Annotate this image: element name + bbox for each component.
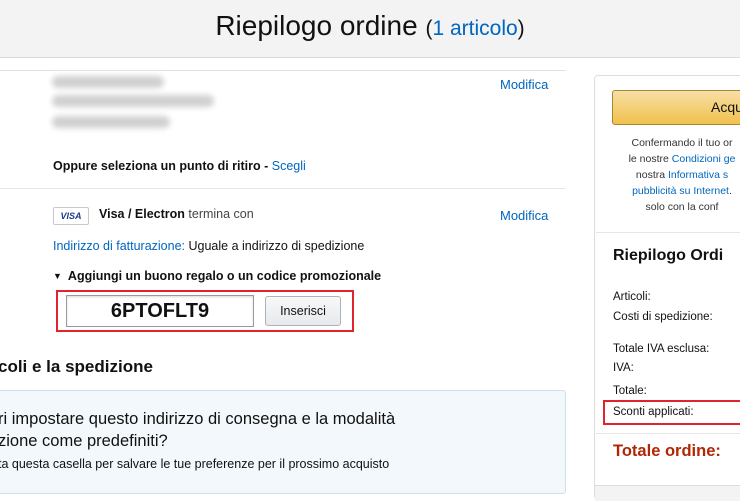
ads-link[interactable]: pubblicità su Internet bbox=[632, 185, 729, 197]
card-suffix: termina con bbox=[188, 207, 254, 221]
order-summary-title: Riepilogo Ordi bbox=[613, 247, 724, 264]
billing-address-value: Uguale a indirizzo di spedizione bbox=[188, 239, 365, 253]
payment-card-line: Visa / Electron termina con bbox=[99, 207, 254, 221]
caret-down-icon: ▼ bbox=[53, 271, 62, 281]
billing-address-link[interactable]: Indirizzo di fatturazione: bbox=[53, 239, 185, 253]
pickup-point-row: Oppure seleziona un punto di ritiro - Sc… bbox=[53, 159, 306, 173]
sidebar-bottom-strip bbox=[595, 485, 740, 501]
legal-notice: Confermando il tuo or le nostre Condizio… bbox=[612, 135, 740, 215]
legal-line-2-text: le nostre bbox=[628, 153, 672, 165]
pref-question-line-1: ri impostare questo indirizzo di consegn… bbox=[0, 410, 396, 428]
legal-line-3-text: nostra bbox=[635, 169, 668, 181]
section-divider bbox=[0, 188, 566, 189]
privacy-link[interactable]: Informativa s bbox=[668, 169, 728, 181]
pref-question-line-2: zione come predefiniti? bbox=[0, 432, 168, 450]
item-count-link[interactable]: 1 articolo bbox=[432, 17, 517, 40]
page-title: Riepilogo ordine (1 articolo) bbox=[0, 10, 740, 42]
shipping-address-line-3 bbox=[52, 116, 170, 128]
page-title-text: Riepilogo ordine bbox=[215, 10, 418, 41]
item-count-close: ) bbox=[517, 17, 525, 40]
legal-line-1: Confermando il tuo or bbox=[631, 137, 733, 149]
shipping-address-line-1 bbox=[52, 76, 164, 88]
items-shipping-section-title: coli e la spedizione bbox=[0, 357, 153, 376]
edit-shipping-address-link[interactable]: Modifica bbox=[500, 77, 548, 92]
summary-row-vat: IVA: bbox=[613, 362, 634, 374]
card-name: Visa / Electron bbox=[99, 207, 185, 221]
edit-payment-link[interactable]: Modifica bbox=[500, 208, 548, 223]
save-preferences-note: ta questa casella per salvare le tue pre… bbox=[0, 457, 390, 471]
apply-promo-button[interactable]: Inserisci bbox=[265, 296, 341, 326]
summary-row-discounts: Sconti applicati: bbox=[613, 406, 694, 418]
save-preferences-question: ri impostare questo indirizzo di consegn… bbox=[0, 408, 558, 452]
visa-card-icon: VISA bbox=[53, 207, 89, 225]
legal-line-2: le nostre Condizioni ge bbox=[612, 151, 740, 167]
legal-line-5: solo con la conf bbox=[645, 201, 719, 213]
terms-link[interactable]: Condizioni ge bbox=[672, 153, 736, 165]
sidebar-divider bbox=[596, 232, 740, 233]
legal-line-4: pubblicità su Internet. bbox=[612, 183, 740, 199]
gift-promo-toggle[interactable]: ▼ Aggiungi un buono regalo o un codice pr… bbox=[53, 269, 381, 283]
summary-row-total: Totale: bbox=[613, 385, 647, 397]
choose-pickup-link[interactable]: Scegli bbox=[272, 159, 306, 173]
place-order-button[interactable]: Acqu bbox=[612, 90, 740, 125]
summary-total-divider bbox=[596, 433, 740, 434]
legal-line-3: nostra Informativa s bbox=[612, 167, 740, 183]
order-total-label: Totale ordine: bbox=[613, 442, 721, 460]
summary-row-items: Articoli: bbox=[613, 291, 651, 303]
legal-line-4-text: . bbox=[728, 185, 732, 197]
summary-row-subtotal-no-vat: Totale IVA esclusa: bbox=[613, 343, 710, 355]
gift-promo-label: Aggiungi un buono regalo o un codice pro… bbox=[67, 269, 382, 283]
billing-address-row: Indirizzo di fatturazione: Uguale a indi… bbox=[53, 239, 364, 253]
summary-row-shipping: Costi di spedizione: bbox=[613, 311, 713, 323]
pickup-point-text: Oppure seleziona un punto di ritiro - bbox=[53, 159, 272, 173]
promo-code-input[interactable]: 6PTOFLT9 bbox=[66, 295, 254, 327]
shipping-address-line-2 bbox=[52, 95, 214, 107]
